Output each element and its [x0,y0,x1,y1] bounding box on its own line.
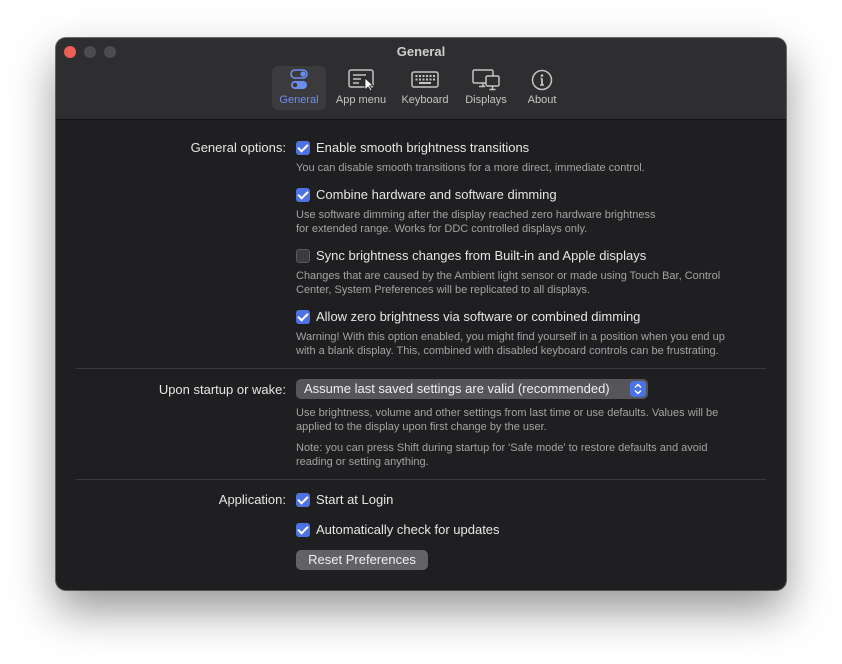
tab-app-menu[interactable]: App menu [332,66,390,110]
reset-preferences-button[interactable]: Reset Preferences [296,550,428,570]
tab-displays-label: Displays [465,94,507,106]
option-description: Changes that are caused by the Ambient l… [296,270,721,296]
startup-label: Upon startup or wake: [158,382,286,397]
checkbox-box[interactable] [296,523,310,537]
app-menu-icon [348,69,374,91]
checkbox-label: Sync brightness changes from Built-in an… [316,248,647,263]
checkbox-box[interactable] [296,249,310,263]
checkbox-label: Start at Login [316,492,394,507]
info-circle-icon [531,69,553,91]
checkbox-box[interactable] [296,141,310,155]
section-divider [76,479,766,480]
tab-keyboard-label: Keyboard [401,94,449,106]
option-description: Warning! With this option enabled, you m… [296,331,725,357]
section-divider [76,368,766,369]
keyboard-icon [411,71,439,88]
tab-general-label: General [279,94,319,106]
toggle-switches-icon [290,69,308,89]
titlebar-toolbar: General General App menu Keyboard Displa… [56,38,786,120]
checkbox-label: Automatically check for updates [316,522,500,537]
checkbox-box[interactable] [296,493,310,507]
checkbox-box[interactable] [296,310,310,324]
checkbox-label: Allow zero brightness via software or co… [316,309,641,324]
popup-selected-value: Assume last saved settings are valid (re… [304,381,610,396]
checkbox-label: Enable smooth brightness transitions [316,140,530,155]
tab-general[interactable]: General [272,66,326,110]
startup-description: Use brightness, volume and other setting… [296,407,719,433]
safe-mode-note: Note: you can press Shift during startup… [296,442,708,468]
tab-about[interactable]: About [520,66,564,110]
tab-displays[interactable]: Displays [460,66,512,110]
displays-icon [472,69,500,91]
application-label: Application: [218,492,286,507]
preferences-window: General General App menu Keyboard Displa… [56,38,786,590]
up-down-chevron-icon [630,381,646,397]
option-description: Use software dimming after the display r… [296,209,656,235]
checkbox-label: Combine hardware and software dimming [316,187,557,202]
startup-behavior-popup[interactable]: Assume last saved settings are valid (re… [296,379,648,399]
general-options-label: General options: [190,140,286,155]
tab-keyboard[interactable]: Keyboard [396,66,454,110]
tab-app-menu-label: App menu [335,94,387,106]
option-description: You can disable smooth transitions for a… [296,162,645,174]
checkbox-box[interactable] [296,188,310,202]
window-title: General [396,44,446,59]
tab-about-label: About [527,94,557,106]
general-pane: General options: Enable smooth brightnes… [56,120,786,590]
